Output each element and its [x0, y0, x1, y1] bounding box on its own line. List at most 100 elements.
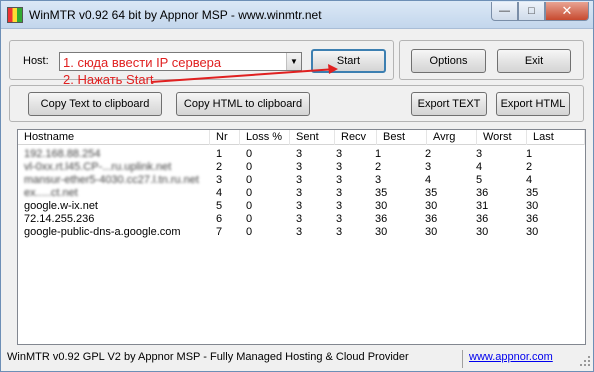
cell-sent: 3 [296, 161, 303, 173]
copy-text-button[interactable]: Copy Text to clipboard [28, 92, 162, 116]
maximize-icon[interactable]: □ [518, 2, 545, 21]
cell-worst: 3 [476, 148, 483, 160]
cell-best: 1 [375, 148, 382, 160]
cell-recv: 3 [336, 187, 343, 199]
col-loss[interactable]: Loss % [240, 130, 290, 145]
copy-html-button[interactable]: Copy HTML to clipboard [176, 92, 310, 116]
export-text-button[interactable]: Export TEXT [411, 92, 487, 116]
title-bar[interactable]: WinMTR v0.92 64 bit by Appnor MSP - www.… [1, 1, 593, 29]
host-input-value: 1. сюда ввести IP сервера [63, 55, 222, 70]
cell-sent: 3 [296, 213, 303, 225]
cell-hostname: 72.14.255.236 [24, 213, 95, 225]
cell-last: 35 [526, 187, 539, 199]
cell-avrg: 30 [425, 226, 438, 238]
table-header: Hostname Nr Loss % Sent Recv Best Avrg W… [18, 130, 585, 145]
cell-loss: 0 [246, 161, 253, 173]
cell-nr: 7 [216, 226, 223, 238]
cell-sent: 3 [296, 200, 303, 212]
cell-hostname: ex.....ct.net [24, 187, 78, 199]
cell-last: 30 [526, 226, 539, 238]
close-icon[interactable]: ✕ [545, 2, 589, 21]
status-text: WinMTR v0.92 GPL V2 by Appnor MSP - Full… [7, 351, 409, 363]
status-divider [462, 350, 463, 368]
cell-last: 2 [526, 161, 533, 173]
host-combo-input[interactable]: 1. сюда ввести IP сервера ▼ [59, 52, 302, 71]
cell-last: 36 [526, 213, 539, 225]
table-row[interactable]: 192.168.88.254 1 0 3 3 1 2 3 1 [18, 148, 585, 161]
cell-avrg: 3 [425, 161, 432, 173]
exit-button[interactable]: Exit [497, 49, 571, 73]
cell-hostname: google-public-dns-a.google.com [24, 226, 181, 238]
start-button[interactable]: Start [311, 49, 386, 73]
cell-avrg: 30 [425, 200, 438, 212]
cell-best: 35 [375, 187, 388, 199]
cell-best: 30 [375, 226, 388, 238]
cell-nr: 4 [216, 187, 223, 199]
cell-worst: 36 [476, 213, 489, 225]
cell-nr: 6 [216, 213, 223, 225]
cell-worst: 5 [476, 174, 483, 186]
cell-last: 30 [526, 200, 539, 212]
cell-loss: 0 [246, 200, 253, 212]
cell-best: 2 [375, 161, 382, 173]
cell-recv: 3 [336, 200, 343, 212]
export-html-button[interactable]: Export HTML [496, 92, 570, 116]
cell-avrg: 36 [425, 213, 438, 225]
app-icon [7, 7, 23, 23]
table-row[interactable]: mansur-ether5-4030.cc27.l.tn.ru.net 3 0 3 3 3… [18, 174, 585, 187]
col-hostname[interactable]: Hostname [18, 130, 210, 145]
col-nr[interactable]: Nr [210, 130, 240, 145]
cell-best: 30 [375, 200, 388, 212]
cell-worst: 30 [476, 226, 489, 238]
col-worst[interactable]: Worst [477, 130, 527, 145]
cell-nr: 5 [216, 200, 223, 212]
col-best[interactable]: Best [377, 130, 427, 145]
table-row[interactable]: google-public-dns-a.google.com 7 0 3 3 30 30 30… [18, 226, 585, 239]
cell-avrg: 35 [425, 187, 438, 199]
resize-grip-icon[interactable] [579, 355, 591, 367]
cell-sent: 3 [296, 187, 303, 199]
appnor-link[interactable]: www.appnor.com [469, 351, 553, 363]
start-hint-annotation: 2. Нажать Start [63, 72, 154, 87]
col-recv[interactable]: Recv [335, 130, 377, 145]
options-button[interactable]: Options [411, 49, 486, 73]
cell-last: 4 [526, 174, 533, 186]
cell-last: 1 [526, 148, 533, 160]
cell-nr: 3 [216, 174, 223, 186]
cell-sent: 3 [296, 226, 303, 238]
cell-loss: 0 [246, 174, 253, 186]
col-sent[interactable]: Sent [290, 130, 335, 145]
cell-best: 3 [375, 174, 382, 186]
table-row[interactable]: vl-0xx.rt.l45.CP-...ru.uplink.net 2 0 3 3 2 3 4… [18, 161, 585, 174]
cell-recv: 3 [336, 148, 343, 160]
col-avrg[interactable]: Avrg [427, 130, 477, 145]
dropdown-arrow-icon[interactable]: ▼ [286, 53, 301, 70]
cell-loss: 0 [246, 148, 253, 160]
cell-avrg: 4 [425, 174, 432, 186]
cell-best: 36 [375, 213, 388, 225]
host-label: Host: [23, 55, 49, 67]
minimize-icon[interactable]: — [491, 2, 518, 21]
table-row[interactable]: 72.14.255.236 6 0 3 3 36 36 36 36 [18, 213, 585, 226]
results-table[interactable]: Hostname Nr Loss % Sent Recv Best Avrg W… [17, 129, 586, 345]
cell-recv: 3 [336, 161, 343, 173]
cell-worst: 4 [476, 161, 483, 173]
cell-hostname: google.w-ix.net [24, 200, 98, 212]
cell-nr: 1 [216, 148, 223, 160]
col-last[interactable]: Last [527, 130, 585, 145]
cell-loss: 0 [246, 187, 253, 199]
cell-loss: 0 [246, 226, 253, 238]
table-row[interactable]: google.w-ix.net 5 0 3 3 30 30 31 30 [18, 200, 585, 213]
cell-hostname: 192.168.88.254 [24, 148, 101, 160]
cell-loss: 0 [246, 213, 253, 225]
cell-hostname: vl-0xx.rt.l45.CP-...ru.uplink.net [24, 161, 172, 173]
winmtr-window: WinMTR v0.92 64 bit by Appnor MSP - www.… [0, 0, 594, 372]
cell-worst: 36 [476, 187, 489, 199]
cell-recv: 3 [336, 213, 343, 225]
cell-hostname: mansur-ether5-4030.cc27.l.tn.ru.net [24, 174, 199, 186]
cell-nr: 2 [216, 161, 223, 173]
window-title: WinMTR v0.92 64 bit by Appnor MSP - www.… [29, 8, 322, 22]
cell-sent: 3 [296, 174, 303, 186]
table-row[interactable]: ex.....ct.net 4 0 3 3 35 35 36 35 [18, 187, 585, 200]
cell-worst: 31 [476, 200, 489, 212]
